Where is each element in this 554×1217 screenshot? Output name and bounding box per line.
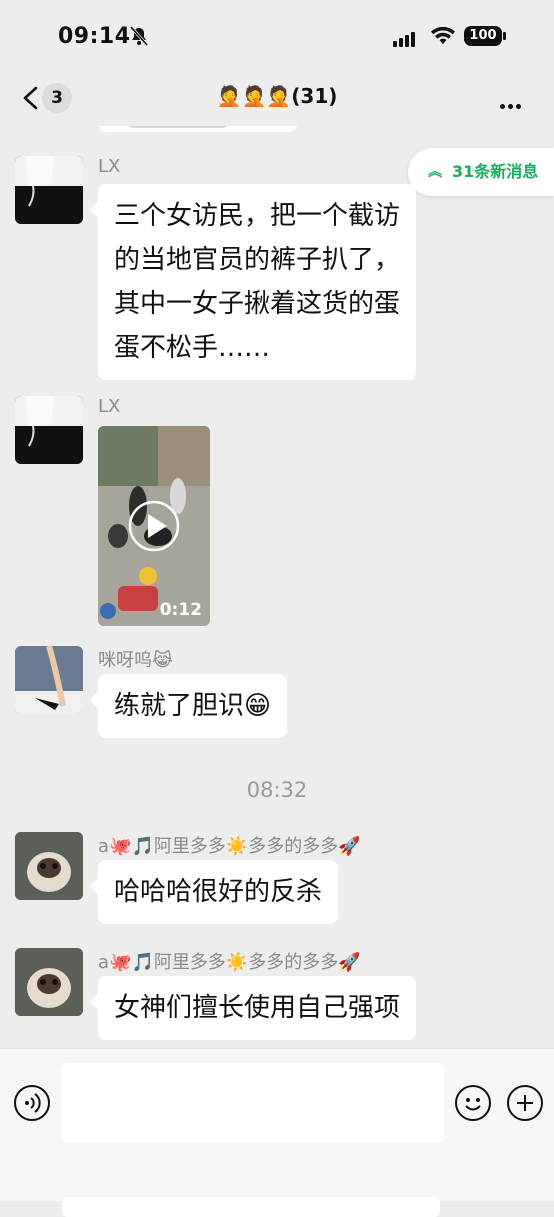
secondary-input-edge — [62, 1197, 440, 1217]
wifi-icon — [431, 26, 455, 44]
avatar[interactable] — [15, 832, 83, 900]
bell-muted-icon — [129, 26, 149, 46]
video-duration: 0:12 — [159, 600, 202, 620]
new-messages-label: 31条新消息 — [452, 162, 539, 181]
avatar[interactable] — [15, 156, 83, 224]
sender-name: a🐙🎵阿里多多☀️多多的多多🚀 — [98, 836, 361, 857]
input-bar — [0, 1048, 554, 1217]
double-chevron-up-icon: ︽ — [428, 164, 442, 180]
battery-indicator: 100 — [464, 26, 502, 46]
status-time: 09:14 — [58, 24, 131, 49]
new-messages-button[interactable]: ︽ 31条新消息 — [408, 148, 554, 196]
status-bar: 09:14 100 — [0, 0, 554, 70]
more-dots-icon[interactable] — [500, 94, 524, 113]
sender-name: 咪呀呜😹 — [98, 650, 174, 671]
message-bubble[interactable]: 哈哈哈很好的反杀 — [89, 860, 339, 924]
sender-name: a🐙🎵阿里多多☀️多多的多多🚀 — [98, 952, 361, 973]
battery-cap — [503, 32, 506, 40]
time-divider: 08:32 — [246, 778, 308, 802]
message-list[interactable]: LX ︽ 31条新消息 三个女访民，把一个截访 的当地官员的裤子扒了， 其中一女… — [0, 126, 554, 1048]
message-bubble[interactable]: 练就了胆识😁 — [89, 674, 288, 738]
emoji-icon[interactable] — [455, 1085, 491, 1121]
sender-name: LX — [98, 156, 121, 177]
message-bubble[interactable]: 三个女访民，把一个截访 的当地官员的裤子扒了， 其中一女子揪着这货的蛋 蛋不松手… — [89, 184, 417, 380]
previous-message-fragment — [98, 126, 298, 132]
avatar[interactable] — [15, 396, 83, 464]
message-input[interactable] — [62, 1063, 444, 1143]
message-bubble[interactable]: 女神们擅长使用自己强项 — [89, 976, 417, 1040]
avatar[interactable] — [15, 646, 83, 714]
plus-icon[interactable] — [507, 1085, 543, 1121]
chat-title: 🤦🤦🤦(31) — [216, 84, 338, 108]
chat-header: 3 🤦🤦🤦(31) — [0, 70, 554, 126]
avatar[interactable] — [15, 948, 83, 1016]
cellular-signal-icon — [393, 28, 417, 47]
voice-icon[interactable] — [14, 1085, 50, 1121]
video-message[interactable]: 0:12 — [98, 426, 210, 626]
sender-name: LX — [98, 396, 121, 417]
